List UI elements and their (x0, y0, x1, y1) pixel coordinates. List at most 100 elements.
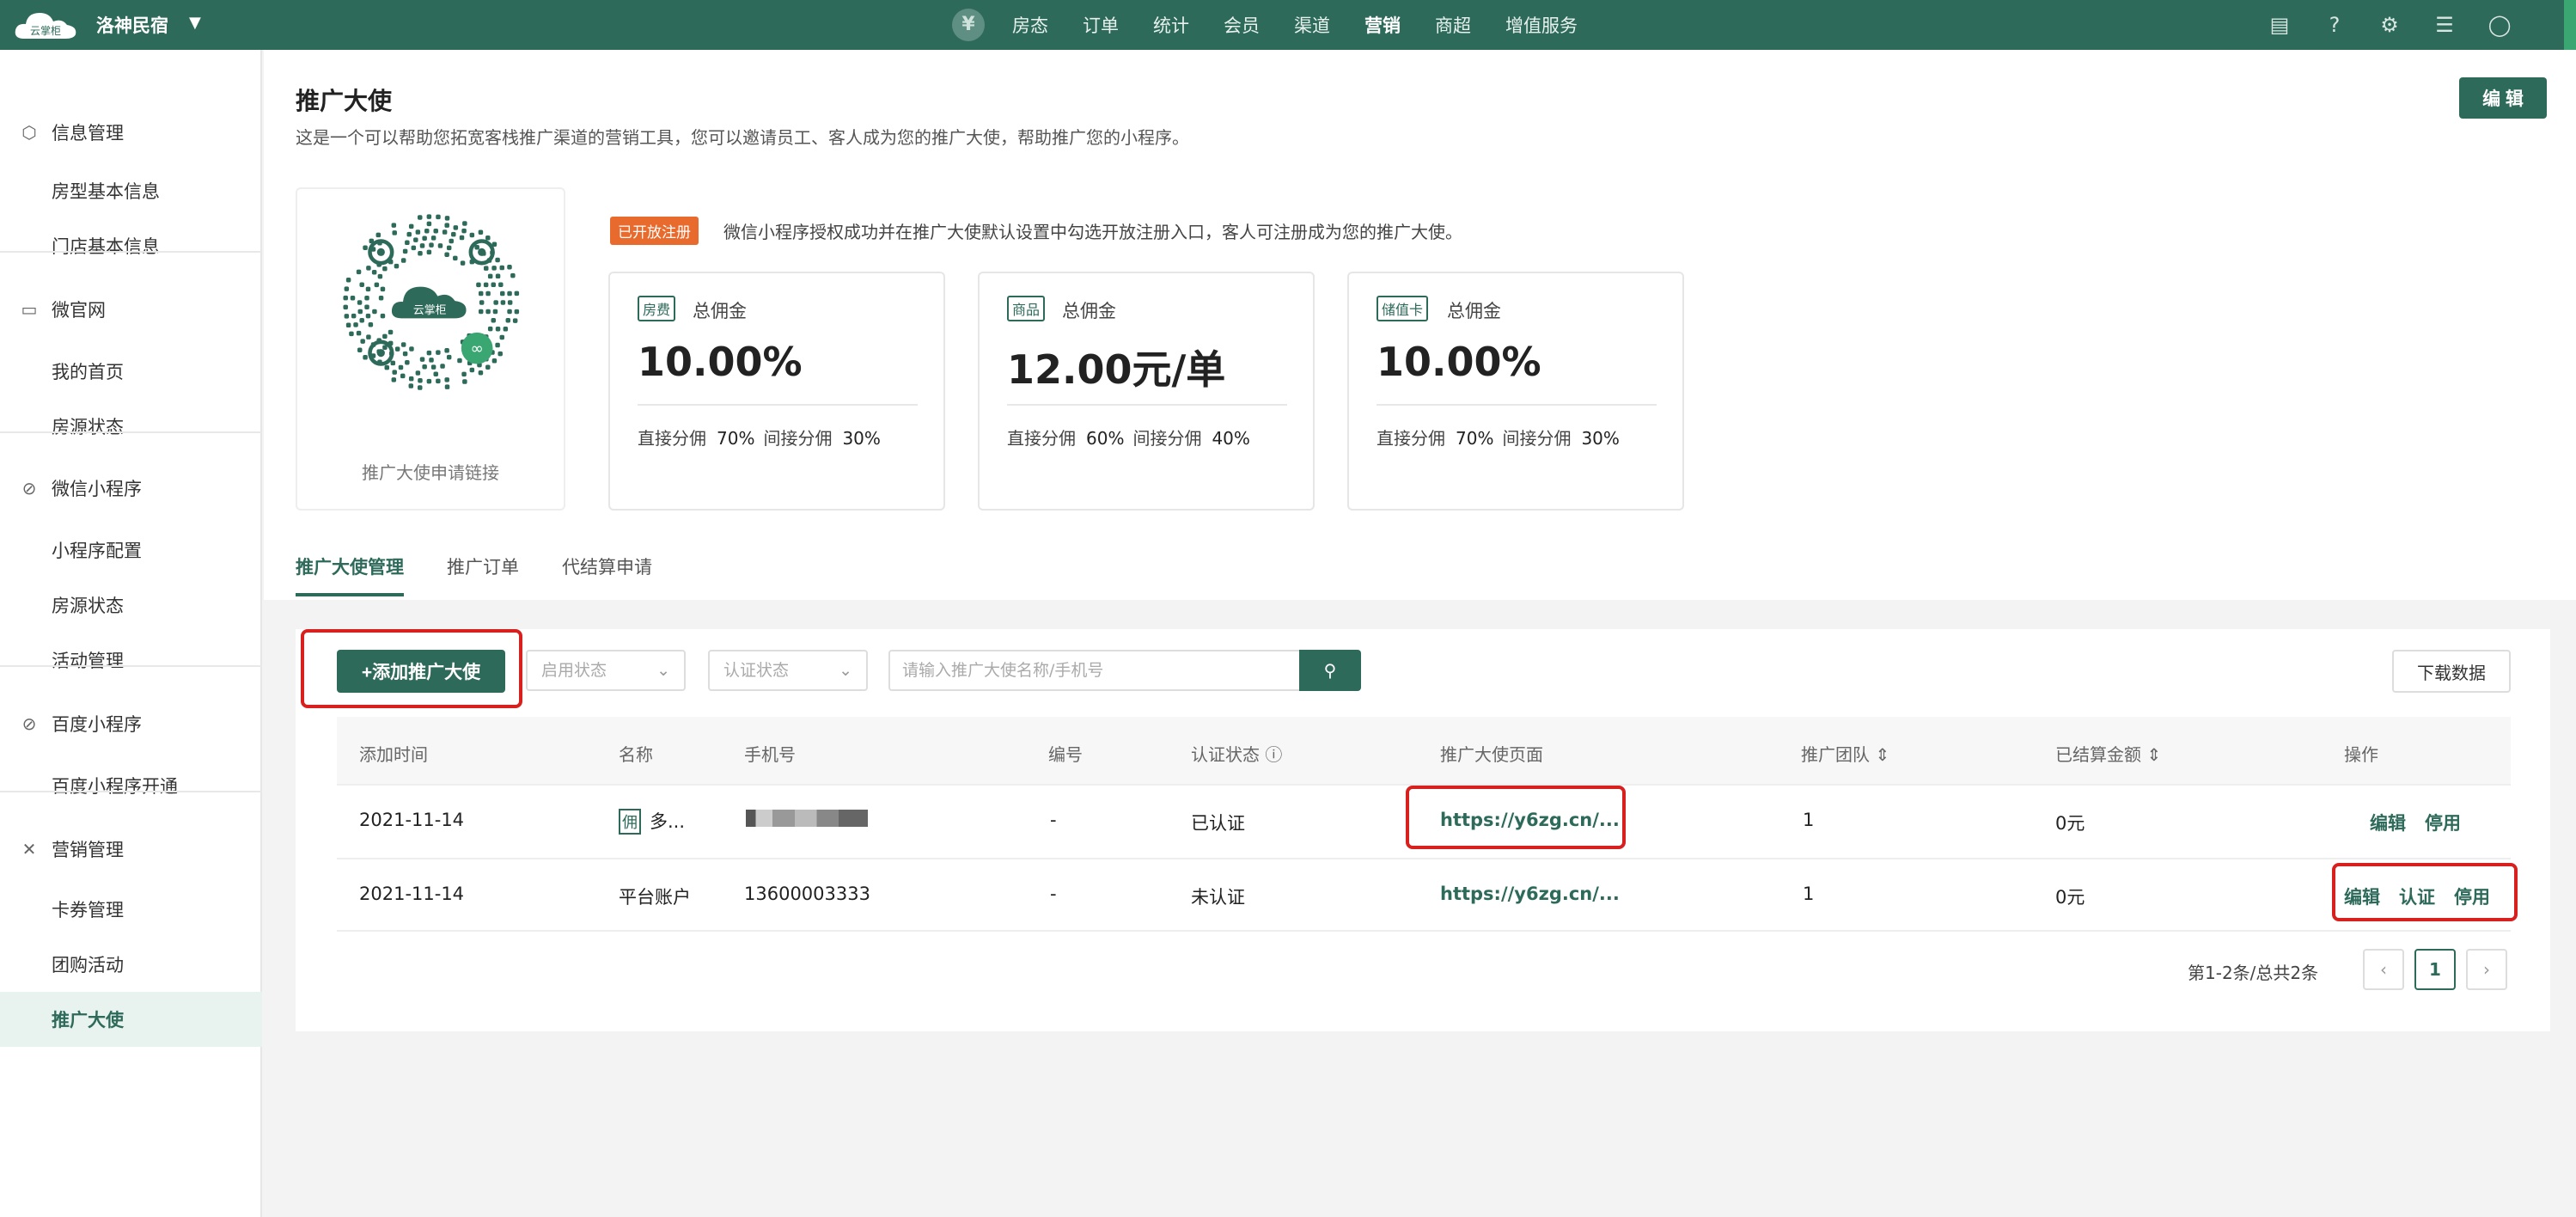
col-team[interactable]: 推广团队 ⇕ (1801, 741, 1889, 766)
next-page-button[interactable]: › (2466, 949, 2507, 990)
sort-icon[interactable]: ⇕ (2146, 744, 2161, 765)
sidebar-item-baidu-open[interactable]: 百度小程序开通 (0, 758, 262, 813)
stat-divider (1007, 404, 1287, 406)
row-divider (337, 930, 2511, 932)
sidebar-item-group-buy[interactable]: 团购活动 (0, 937, 262, 992)
stat-divider (1377, 404, 1657, 406)
col-settled[interactable]: 已结算金额 ⇕ (2055, 741, 2161, 766)
message-icon[interactable]: ▤ (2263, 9, 2296, 41)
sidebar-group-label: 微信小程序 (52, 479, 142, 499)
page-1-button[interactable]: 1 (2414, 949, 2456, 990)
edit-button[interactable]: 编 辑 (2459, 77, 2547, 119)
nav-shop[interactable]: 商超 (1435, 12, 1471, 38)
col-name: 名称 (619, 744, 653, 765)
caret-down-icon[interactable]: ▼ (189, 14, 201, 32)
cell-name: 平台账户 (619, 887, 691, 908)
highlight-box (1406, 786, 1626, 849)
nav-channels[interactable]: 渠道 (1294, 12, 1330, 38)
download-button[interactable]: 下载数据 (2392, 650, 2511, 693)
gear-icon[interactable]: ⚙ (2373, 9, 2406, 41)
search-button[interactable]: ⚲ (1299, 650, 1361, 691)
menu-icon[interactable]: ☰ (2428, 9, 2461, 41)
miniapp-icon: ⊘ (21, 478, 37, 498)
sort-icon[interactable]: ⇕ (1875, 744, 1889, 765)
sidebar-item-room-source[interactable]: 房源状态 (0, 399, 262, 454)
nav-room-status[interactable]: 房态 (1012, 12, 1048, 38)
cell-name: 佣多... (619, 808, 685, 835)
col-auth: 认证状态 ⓘ (1191, 744, 1283, 765)
stat-value: 12.00元/单 (1007, 346, 1226, 393)
cell-settled: 0元 (2055, 887, 2085, 908)
sidebar-group-label: 微官网 (52, 300, 106, 321)
side-strip (2564, 0, 2576, 50)
stat-label: 总佣金 (1447, 301, 1501, 321)
cell-date: 2021-11-14 (359, 884, 465, 904)
blurred-phone (746, 810, 868, 827)
sidebar-group-label: 营销管理 (52, 840, 124, 860)
nav-members[interactable]: 会员 (1224, 12, 1260, 38)
tab-settlement-requests[interactable]: 代结算申请 (562, 553, 652, 596)
tab-promo-orders[interactable]: 推广订单 (447, 553, 519, 596)
row-divider (337, 858, 2511, 859)
col-page: 推广大使页面 (1440, 744, 1543, 765)
sidebar-group-website[interactable]: ▭ 微官网 (0, 282, 262, 337)
sidebar-group-marketing[interactable]: ✕ 营销管理 (0, 822, 262, 877)
nav-stats[interactable]: 统计 (1153, 12, 1189, 38)
sidebar-group-wechat[interactable]: ⊘ 微信小程序 (0, 461, 262, 516)
top-nav: 房态 订单 统计 会员 渠道 营销 商超 增值服务 (1012, 12, 1612, 38)
cell-page-link[interactable]: https://y6zg.cn/... (1440, 884, 1620, 904)
stat-split: 直接分佣 70% 间接分佣 30% (638, 428, 881, 449)
logo-text: 云掌柜 (30, 25, 61, 37)
tab-ambassador-manage[interactable]: 推广大使管理 (296, 553, 404, 596)
qr-code-icon[interactable]: 云掌柜 ∞ (337, 208, 526, 397)
sidebar-item-home[interactable]: 我的首页 (0, 344, 262, 399)
cell-number: - (1050, 810, 1057, 830)
stat-tag: 储值卡 (1377, 296, 1429, 321)
sidebar-item-coupons[interactable]: 卡券管理 (0, 882, 262, 937)
sidebar-item-ambassador[interactable]: 推广大使 (0, 992, 262, 1047)
cell-team: 1 (1803, 810, 1815, 830)
sidebar-item-miniapp-rooms[interactable]: 房源状态 (0, 578, 262, 633)
disable-link[interactable]: 停用 (2425, 810, 2461, 835)
col-number: 编号 (1048, 744, 1083, 765)
qr-caption: 推广大使申请链接 (362, 462, 499, 483)
sidebar-item-activities[interactable]: 活动管理 (0, 633, 262, 688)
qr-logo-text: 云掌柜 (413, 304, 447, 317)
status-select[interactable]: 启用状态 ⌄ (526, 650, 686, 691)
user-icon[interactable]: ◯ (2483, 9, 2516, 41)
sidebar-group-label: 百度小程序 (52, 714, 142, 735)
nav-marketing[interactable]: 营销 (1364, 12, 1401, 38)
cell-auth: 已认证 (1191, 813, 1245, 834)
stat-divider (638, 404, 918, 406)
sidebar-item-room-type[interactable]: 房型基本信息 (0, 163, 262, 218)
stat-label: 总佣金 (693, 301, 747, 321)
store-name[interactable]: 洛神民宿 (96, 12, 168, 38)
sidebar-group-baidu[interactable]: ⊘ 百度小程序 (0, 696, 262, 751)
help-icon[interactable]: ⓘ (1265, 744, 1282, 765)
sidebar-item-miniapp-config[interactable]: 小程序配置 (0, 523, 262, 578)
stat-value: 10.00% (638, 339, 803, 385)
edit-link[interactable]: 编辑 (2370, 810, 2406, 835)
nav-orders[interactable]: 订单 (1083, 12, 1119, 38)
stat-card-stored-value: 储值卡 总佣金 10.00% 直接分佣 70% 间接分佣 30% (1347, 272, 1684, 511)
table-header (337, 717, 2511, 786)
megaphone-icon: ✕ (21, 839, 37, 859)
prev-page-button[interactable]: ‹ (2363, 949, 2404, 990)
yen-icon[interactable]: ¥ (952, 9, 985, 41)
page-description: 这是一个可以帮助您拓宽客栈推广渠道的营销工具，您可以邀请员工、客人成为您的推广大… (296, 127, 1189, 148)
sidebar-item-store-info[interactable]: 门店基本信息 (0, 218, 262, 273)
col-ops: 操作 (2344, 744, 2378, 765)
help-icon[interactable]: ? (2318, 9, 2351, 41)
col-date: 添加时间 (359, 744, 428, 765)
svg-text:∞: ∞ (471, 340, 484, 358)
miniapp-icon: ⊘ (21, 713, 37, 734)
commission-icon: 佣 (619, 809, 641, 835)
cloud-logo-icon[interactable]: 云掌柜 (12, 8, 79, 42)
sidebar-divider (0, 251, 262, 253)
sidebar-group-info[interactable]: ⬡ 信息管理 (0, 105, 262, 160)
sidebar-divider (0, 791, 262, 792)
search-input[interactable]: 请输入推广大使名称/手机号 (888, 650, 1299, 691)
nav-value-added[interactable]: 增值服务 (1505, 12, 1578, 38)
auth-select[interactable]: 认证状态 ⌄ (708, 650, 868, 691)
chevron-down-icon: ⌄ (656, 661, 670, 680)
